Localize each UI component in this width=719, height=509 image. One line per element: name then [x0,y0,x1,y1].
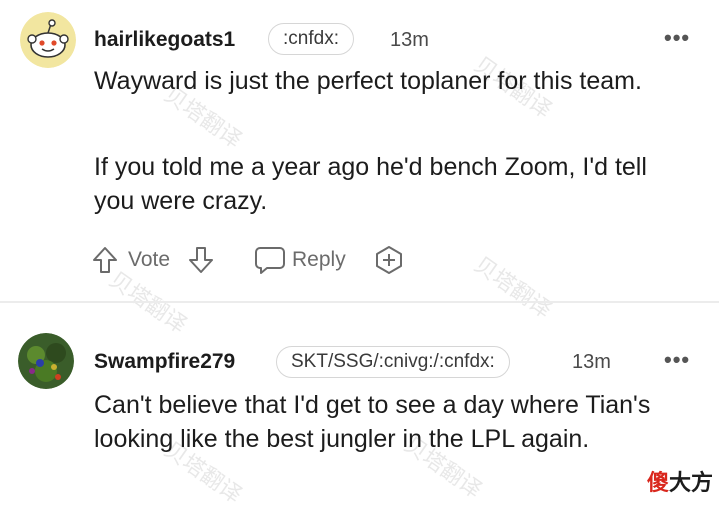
user-avatar-icon [18,333,74,389]
more-options-button[interactable]: ••• [664,27,690,49]
award-plus-icon [376,246,402,274]
username[interactable]: hairlikegoats1 [94,28,235,52]
user-flair: SKT/SSG/:cnivg:/:cnfdx: [276,346,510,378]
arrow-down-icon [189,247,213,273]
reply-label: Reply [292,248,346,271]
corner-logo-red: 傻 [646,470,669,495]
award-button[interactable] [374,240,404,280]
downvote-button[interactable] [188,240,214,280]
avatar[interactable] [20,12,76,68]
comment-divider [0,301,719,303]
reply-button[interactable]: Reply [254,240,346,280]
corner-logo-black: 大方 [668,470,713,495]
more-options-button[interactable]: ••• [664,349,690,371]
arrow-up-icon [93,247,117,273]
corner-logo: 傻大方 [647,465,713,497]
speech-bubble-icon [255,247,285,274]
timestamp: 13m [572,351,611,373]
username[interactable]: Swampfire279 [94,350,235,374]
avatar[interactable] [18,333,74,389]
comment-paragraph: Wayward is just the perfect toplaner for… [94,67,642,95]
comment: Swampfire279 SKT/SSG/:cnivg:/:cnfdx: 13m… [0,304,719,503]
vote-label: Vote [128,248,171,271]
snoo-avatar-icon [20,12,76,68]
timestamp: 13m [390,29,429,51]
comment-paragraph: Can't believe that I'd get to see a day … [94,391,651,453]
upvote-button[interactable] [92,240,118,280]
user-flair: :cnfdx: [268,23,354,55]
comment: hairlikegoats1 :cnfdx: 13m ••• Wayward i… [0,0,719,300]
comment-paragraph: If you told me a year ago he'd bench Zoo… [94,153,647,215]
